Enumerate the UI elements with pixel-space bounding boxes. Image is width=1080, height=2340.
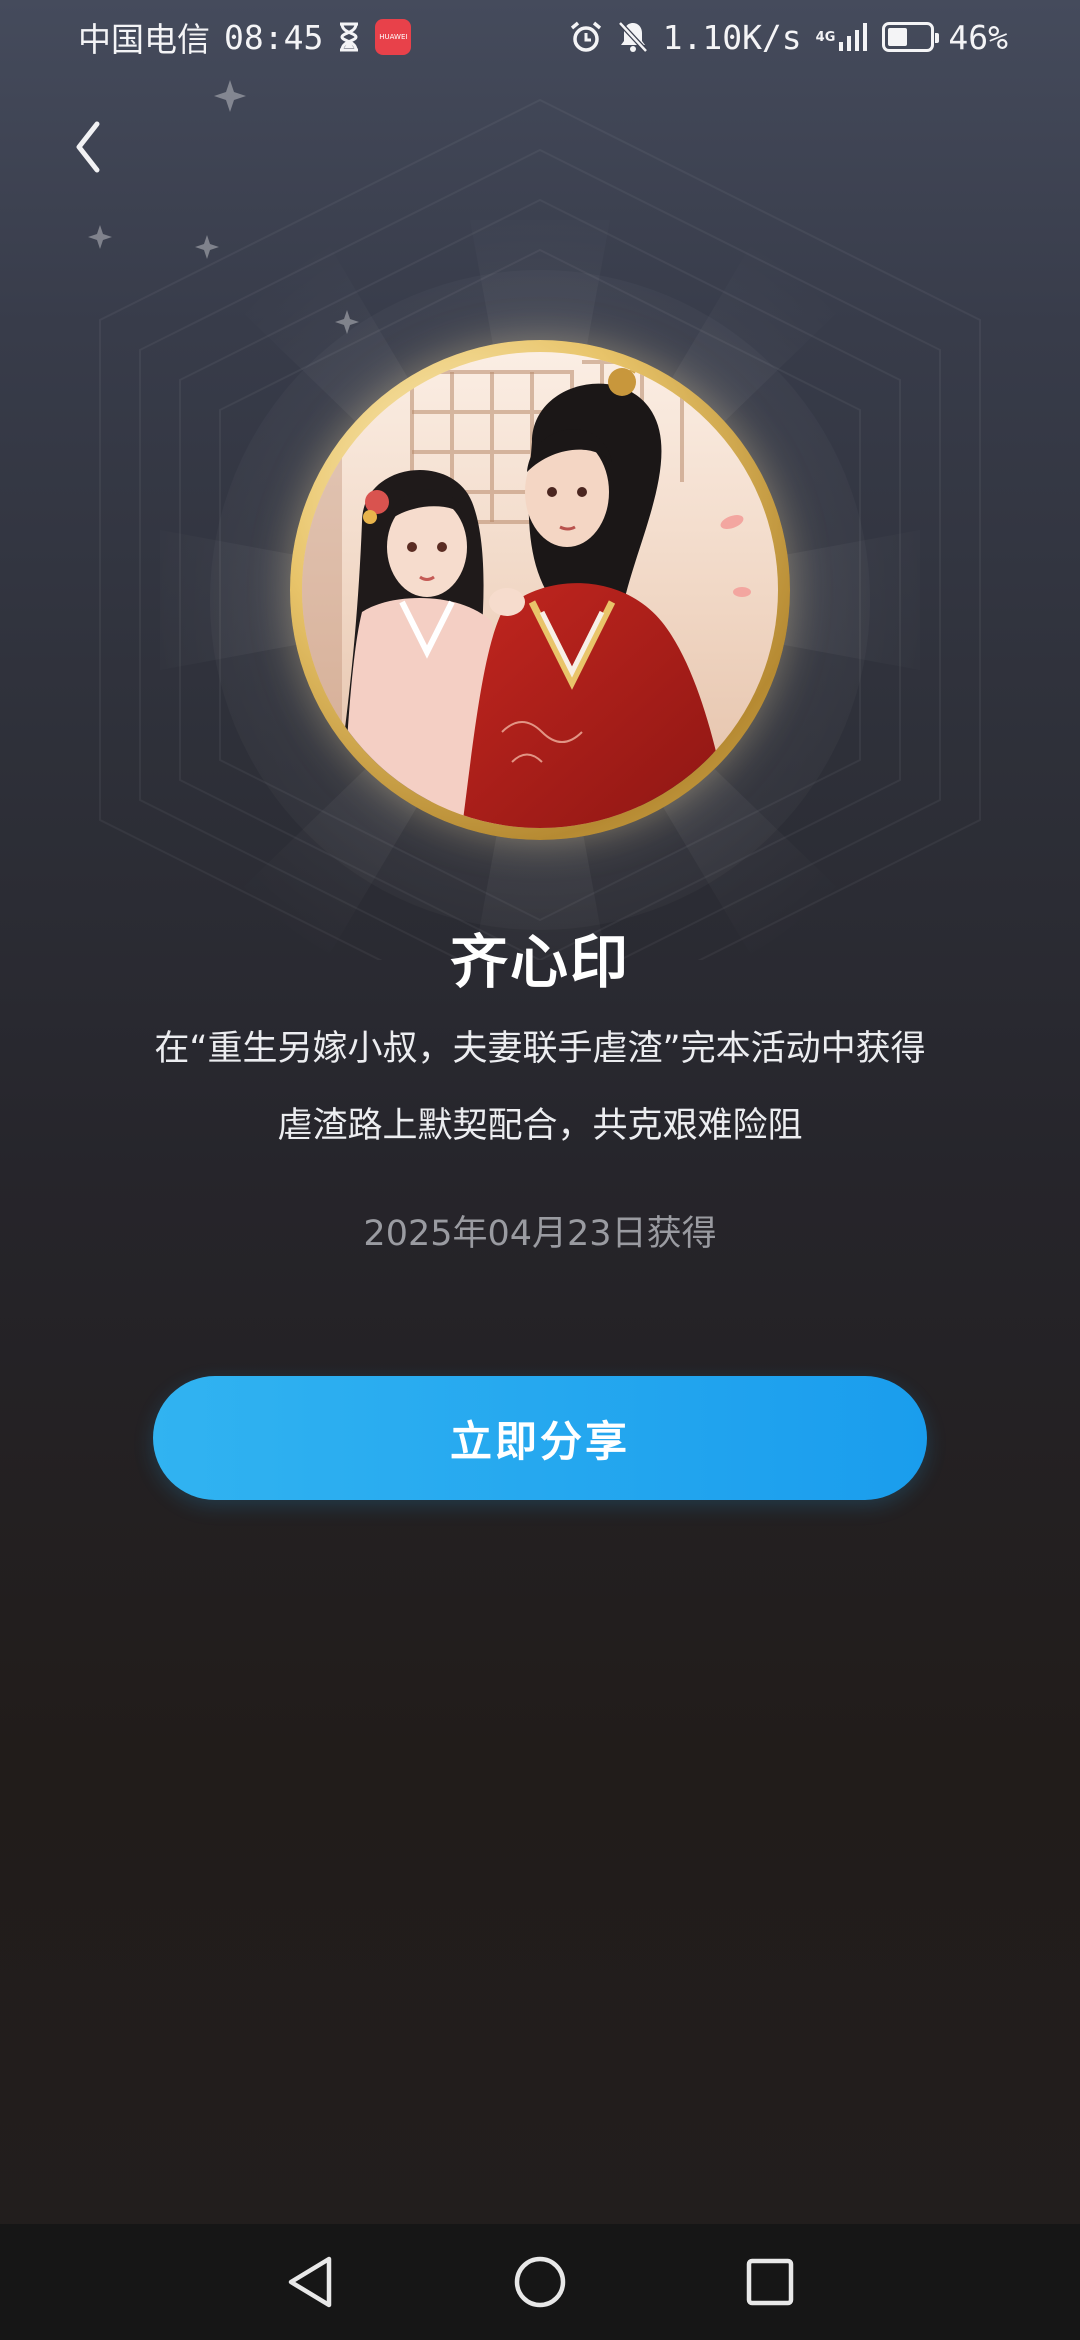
hourglass-icon — [337, 22, 361, 52]
nav-home-button[interactable] — [505, 2247, 575, 2317]
chevron-left-icon — [76, 121, 100, 173]
clock: 08:45 — [224, 17, 324, 57]
alarm-icon — [569, 20, 603, 54]
badge-earned-date: 2025年04月23日获得 — [363, 1214, 717, 1254]
badge-title: 齐心印 — [449, 928, 630, 996]
bell-muted-icon — [617, 20, 649, 54]
back-button[interactable] — [58, 112, 118, 182]
carrier-label: 中国电信 — [78, 20, 210, 59]
signal-icon: 4G — [816, 22, 869, 52]
nav-back-button[interactable] — [275, 2247, 345, 2317]
home-circle-icon — [514, 2256, 566, 2308]
badge-description-line2: 虐渣路上默契配合，共克艰难险阻 — [277, 1106, 803, 1146]
battery-level-fill — [888, 28, 907, 46]
back-triangle-icon — [288, 2256, 332, 2308]
battery-icon — [882, 22, 940, 52]
share-button[interactable]: 立即分享 — [153, 1376, 927, 1500]
network-type-label: 4G — [815, 29, 836, 45]
medal-portrait-image — [302, 352, 778, 828]
recents-square-icon — [746, 2258, 794, 2306]
badge-description-line1: 在“重生另嫁小叔，夫妻联手虐渣”完本活动中获得 — [154, 1029, 926, 1069]
app-badge-icon: HUAWEI — [375, 19, 412, 55]
status-bar-right: 1.10K/s 4G 46% — [569, 18, 1008, 57]
nav-recents-button[interactable] — [735, 2247, 805, 2317]
network-speed: 1.10K/s — [662, 17, 802, 57]
system-navigation-bar — [0, 2224, 1080, 2340]
battery-percent: 46% — [948, 17, 1008, 57]
status-bar-left: 中国电信 08:45 HUAWEI — [78, 13, 412, 61]
badge-medal — [290, 340, 790, 840]
status-bar: 中国电信 08:45 HUAWEI 1.10K/s 4G 46% — [0, 0, 1080, 74]
